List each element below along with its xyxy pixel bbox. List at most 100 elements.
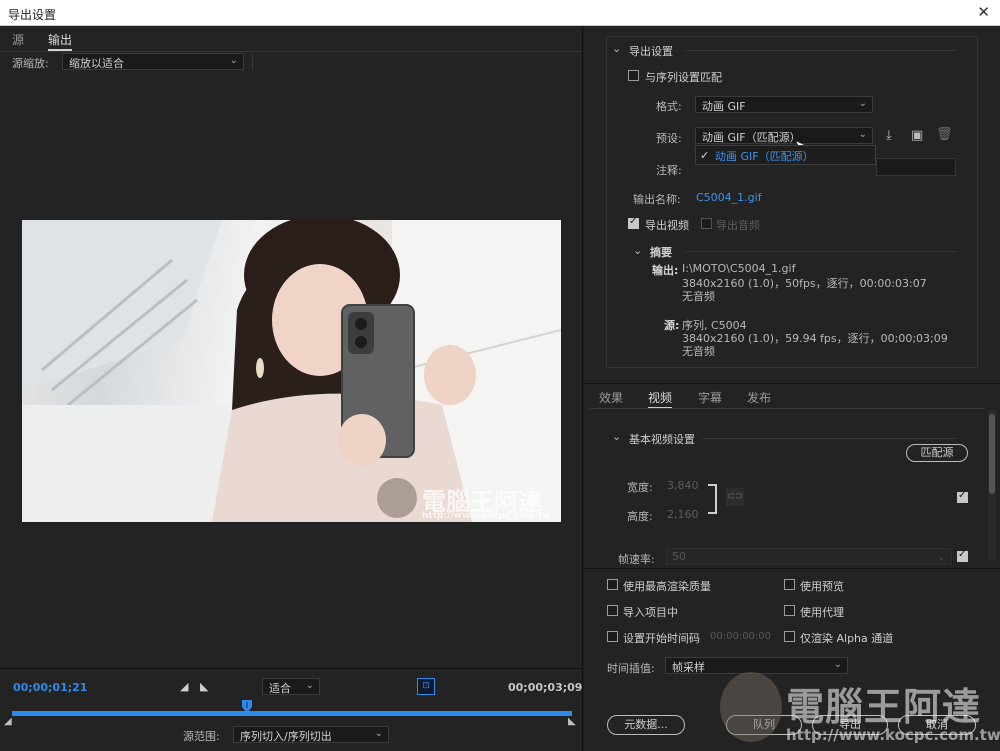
playhead-handle[interactable] [242, 700, 253, 714]
fps-checkbox[interactable] [957, 549, 968, 562]
export-audio-label: 导出音频 [716, 219, 760, 232]
hand-shape [338, 414, 386, 466]
start-timecode-label: 设置开始时间码 [623, 632, 700, 645]
chevron-down-icon: ⌄ [936, 550, 946, 563]
watermark-mascot-icon [377, 478, 417, 518]
timeline-divider [0, 668, 583, 669]
match-sequence-label: 与序列设置匹配 [645, 71, 722, 84]
comment-input[interactable] [876, 158, 956, 176]
watermark-brand-large: 電腦王阿達 [786, 685, 982, 729]
start-timecode-value: 00:00:00:00 [710, 631, 772, 642]
chevron-down-icon: ⌄ [858, 98, 867, 109]
tabs-underline [590, 408, 985, 409]
format-label: 格式: [656, 100, 682, 113]
current-timecode[interactable]: 00;00;01;21 [13, 681, 87, 694]
basic-video-title: 基本视频设置 [629, 433, 695, 446]
watermark-url-large: http://www.kocpc.com.tw [786, 726, 1000, 744]
camera-lens-shape [355, 336, 367, 348]
summary-source-label: 源: [664, 319, 680, 332]
aspect-toggle-icon[interactable]: ⊡ [417, 678, 435, 695]
collapse-chevron-icon[interactable]: ⌄ [612, 42, 621, 55]
use-preview-checkbox[interactable] [784, 579, 795, 590]
metadata-button[interactable]: 元数据... [607, 715, 685, 735]
output-name-label: 输出名称: [633, 193, 681, 206]
alpha-only-checkbox[interactable] [784, 631, 795, 642]
tab-captions[interactable]: 字幕 [698, 389, 722, 406]
summary-title: 摘要 [650, 246, 672, 259]
timeline-bar[interactable] [12, 711, 572, 716]
total-timecode: 00;00;03;09 [508, 681, 583, 694]
options-divider [584, 568, 1000, 569]
import-preset-icon[interactable]: ▣ [911, 128, 923, 143]
preset-value: 动画 GIF（匹配源） [702, 131, 801, 144]
summary-chevron-icon[interactable]: ⌄ [633, 244, 642, 257]
width-value: 3,840 [667, 479, 699, 492]
close-icon[interactable]: ✕ [977, 3, 990, 21]
match-sequence-checkbox[interactable] [628, 70, 639, 81]
export-settings-title: 导出设置 [629, 45, 673, 58]
tab-publish[interactable]: 发布 [747, 389, 771, 406]
max-quality-checkbox[interactable] [607, 579, 618, 590]
chevron-down-icon: ⌄ [229, 55, 238, 66]
window-title: 导出设置 [8, 8, 57, 22]
interp-select[interactable]: 帧采样 ⌄ [665, 657, 848, 674]
format-select[interactable]: 动画 GIF ⌄ [695, 96, 873, 113]
use-proxy-checkbox[interactable] [784, 605, 795, 616]
mark-in-icon[interactable]: ◢ [180, 680, 188, 693]
video-section-rule [702, 438, 957, 439]
video-collapse-chevron-icon[interactable]: ⌄ [612, 430, 621, 443]
tab-effects[interactable]: 效果 [599, 389, 623, 406]
chevron-down-icon: ⌄ [374, 728, 383, 739]
scrollbar-track[interactable] [988, 410, 996, 560]
save-preset-icon[interactable]: ⤓ [886, 128, 892, 143]
source-range-select[interactable]: 序列切入/序列切出 ⌄ [233, 726, 389, 743]
preset-select[interactable]: 动画 GIF（匹配源） ⌄ [695, 127, 873, 144]
summary-output-line: 3840x2160 (1.0)，50fps，逐行，00:00:03:07 [682, 277, 927, 290]
source-scale-value: 缩放以适合 [69, 57, 124, 70]
video-preview-frame: 電腦王阿達 http://www.kocpc.com.tw [22, 220, 561, 522]
preset-label: 预设: [656, 132, 682, 145]
preset-option[interactable]: 动画 GIF（匹配源） [715, 148, 814, 164]
section-rule [686, 50, 956, 51]
fps-value: 50 [672, 550, 686, 563]
tab-output[interactable]: 输出 [48, 31, 73, 51]
max-quality-label: 使用最高渲染质量 [623, 580, 711, 593]
link-bracket [708, 484, 717, 514]
import-project-label: 导入项目中 [623, 606, 678, 619]
interp-value: 帧采样 [672, 661, 705, 674]
source-range-value: 序列切入/序列切出 [240, 730, 332, 743]
tab-source[interactable]: 源 [12, 31, 24, 48]
fps-select: 50 ⌄ [666, 548, 952, 565]
output-name-link[interactable]: C5004_1.gif [696, 191, 762, 204]
title-bar: 导出设置 ✕ [0, 0, 1000, 26]
out-point-icon[interactable]: ◣ [568, 716, 576, 727]
interp-label: 时间插值: [607, 662, 655, 675]
fit-select[interactable]: 适合 ⌄ [262, 678, 320, 695]
watermark-mascot-icon [720, 672, 782, 742]
alpha-only-label: 仅渲染 Alpha 通道 [800, 632, 894, 645]
toolbar-divider [252, 54, 253, 70]
fps-label: 帧速率: [618, 553, 655, 566]
scrollbar-thumb[interactable] [989, 414, 995, 494]
export-video-checkbox[interactable] [628, 216, 639, 229]
tabs-divider [584, 383, 1000, 384]
delete-preset-icon: 🗑 [936, 127, 953, 142]
source-scale-select[interactable]: 缩放以适合 ⌄ [62, 53, 244, 70]
camera-lens-shape [355, 318, 367, 330]
width-height-checkbox[interactable] [957, 490, 968, 503]
match-source-button[interactable]: 匹配源 [906, 444, 968, 462]
use-preview-label: 使用预览 [800, 580, 844, 593]
summary-rule [686, 251, 956, 252]
height-value: 2,160 [667, 508, 699, 521]
summary-output-label: 输出: [652, 264, 679, 277]
in-point-icon[interactable]: ◢ [4, 716, 12, 727]
summary-output-line: 无音频 [682, 290, 715, 303]
watermark-url: http://www.kocpc.com.tw [422, 511, 551, 521]
mark-out-icon[interactable]: ◣ [200, 680, 208, 693]
tab-video[interactable]: 视频 [648, 389, 673, 409]
height-label: 高度: [627, 510, 653, 523]
hand-shape [424, 345, 476, 405]
import-project-checkbox[interactable] [607, 605, 618, 616]
start-timecode-checkbox[interactable] [607, 631, 618, 642]
preset-dropdown-menu: ✓ 动画 GIF（匹配源） [695, 145, 876, 165]
